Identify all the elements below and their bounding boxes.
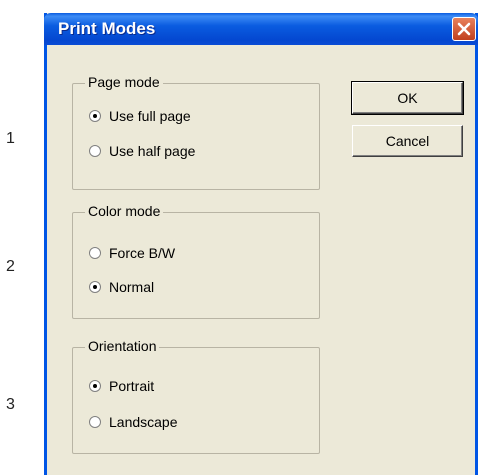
radio-label: Use full page xyxy=(109,108,191,124)
close-icon xyxy=(457,22,471,36)
ok-button[interactable]: OK xyxy=(351,81,464,115)
print-modes-dialog: Print Modes Page mode Use full page Use … xyxy=(44,13,478,475)
radio-use-half-page[interactable]: Use half page xyxy=(89,143,195,159)
orientation-group: Orientation Portrait Landscape xyxy=(72,338,320,454)
radio-normal[interactable]: Normal xyxy=(89,279,154,295)
radio-label: Landscape xyxy=(109,414,178,430)
step-number-2: 2 xyxy=(6,258,15,275)
radio-label: Normal xyxy=(109,279,155,295)
radio-button-checked[interactable] xyxy=(89,281,101,293)
radio-button[interactable] xyxy=(89,416,101,428)
radio-landscape[interactable]: Landscape xyxy=(89,414,178,430)
radio-use-full-page[interactable]: Use full page xyxy=(89,108,191,124)
radio-button[interactable] xyxy=(89,247,101,259)
page-mode-group: Page mode Use full page Use half page xyxy=(72,74,320,190)
step-number-3: 3 xyxy=(6,396,15,413)
color-mode-group: Color mode Force B/W Normal xyxy=(72,203,320,319)
radio-force-bw[interactable]: Force B/W xyxy=(89,245,175,261)
title-bar[interactable]: Print Modes xyxy=(44,13,478,45)
color-mode-legend: Color mode xyxy=(85,203,164,219)
cancel-button[interactable]: Cancel xyxy=(352,125,463,157)
close-button[interactable] xyxy=(452,17,476,41)
radio-label: Portrait xyxy=(109,378,155,394)
radio-button[interactable] xyxy=(89,145,101,157)
page-mode-legend: Page mode xyxy=(85,74,163,90)
step-number-1: 1 xyxy=(6,130,15,147)
radio-portrait[interactable]: Portrait xyxy=(89,378,154,394)
radio-button-checked[interactable] xyxy=(89,380,101,392)
radio-label: Force B/W xyxy=(109,245,176,261)
orientation-legend: Orientation xyxy=(85,338,160,354)
dialog-title: Print Modes xyxy=(58,19,156,38)
radio-button-checked[interactable] xyxy=(89,110,101,122)
radio-label: Use half page xyxy=(109,143,196,159)
